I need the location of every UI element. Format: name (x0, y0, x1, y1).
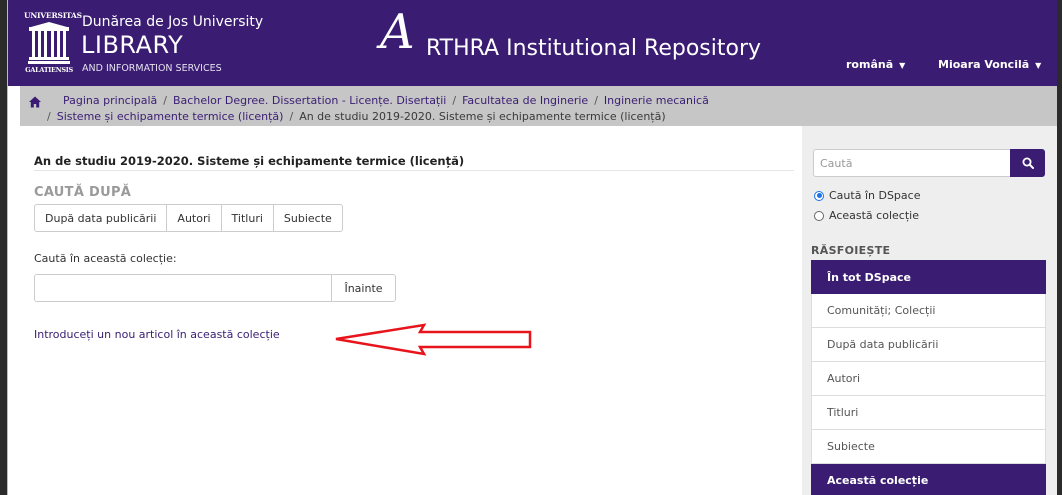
sidebar-item-authors[interactable]: Autori (811, 362, 1046, 396)
sidebar-browse-heading: RĂSFOIEȘTE (811, 244, 891, 257)
home-icon (29, 96, 41, 108)
breadcrumb-separator: / (47, 110, 51, 123)
breadcrumb-program[interactable]: Sisteme și echipamente termice (licență) (57, 110, 284, 123)
library-subtitle: AND INFORMATION SERVICES (82, 63, 222, 74)
repository-logo-letter[interactable]: A (380, 8, 415, 56)
site-header: UNIVERSITAS GALATIENSIS Dunărea de Jos U… (8, 0, 1057, 86)
sidebar-browse-list: În tot DSpace Comunități; Colecții După … (811, 260, 1046, 495)
window-frame-right (1057, 0, 1062, 495)
university-building-icon (28, 22, 70, 64)
scope-radio-label: Caută în DSpace (829, 189, 921, 202)
breadcrumb: Pagina principală / Bachelor Degree. Disse… (20, 86, 1057, 126)
page-title: An de studiu 2019-2020. Sisteme și echip… (34, 154, 465, 168)
browse-by-author-button[interactable]: Autori (167, 204, 222, 232)
breadcrumb-department[interactable]: Inginerie mecanică (604, 94, 709, 107)
submit-item-link[interactable]: Introduceți un nou articol în această co… (34, 328, 280, 341)
browse-heading: CAUTĂ DUPĂ (34, 185, 132, 200)
browse-by-subject-button[interactable]: Subiecte (273, 204, 343, 232)
sidebar-item-date[interactable]: După data publicării (811, 328, 1046, 362)
collection-search-label: Caută în această colecție: (34, 252, 177, 265)
breadcrumb-separator: / (452, 94, 457, 107)
radio-button[interactable] (814, 210, 824, 221)
chevron-down-icon: ▼ (899, 60, 906, 70)
breadcrumb-home[interactable]: Pagina principală (63, 94, 157, 107)
sidebar-section-this-collection[interactable]: Această colecție (811, 464, 1046, 495)
library-title[interactable]: LIBRARY (81, 31, 183, 59)
logo-text-bottom: GALATIENSIS (25, 66, 73, 74)
logo-text-top: UNIVERSITAS (24, 11, 82, 20)
user-name: Mioara Voncilă (938, 58, 1030, 71)
breadcrumb-current: An de studiu 2019-2020. Sisteme și echip… (299, 110, 666, 123)
browse-button-group: După data publicării Autori Titluri Subi… (34, 204, 343, 232)
collection-search-button[interactable]: Înainte (331, 274, 396, 302)
university-logo[interactable]: UNIVERSITAS GALATIENSIS (24, 11, 82, 75)
breadcrumb-bachelor[interactable]: Bachelor Degree. Dissertation - Licențe.… (173, 94, 446, 107)
divider (34, 170, 794, 171)
breadcrumb-separator: / (289, 110, 294, 123)
user-dropdown[interactable]: Mioara Voncilă ▼ (938, 58, 1041, 71)
sidebar-search-input[interactable] (813, 149, 1010, 177)
language-dropdown[interactable]: română ▼ (846, 58, 905, 71)
sidebar-item-communities[interactable]: Comunități; Colecții (811, 294, 1046, 328)
browse-by-date-button[interactable]: După data publicării (34, 204, 168, 232)
sidebar-search-button[interactable] (1010, 149, 1045, 177)
language-label: română (846, 58, 894, 71)
scope-radio-dspace[interactable]: Caută în DSpace (814, 189, 920, 202)
breadcrumb-separator: / (163, 94, 168, 107)
window-frame-left (0, 0, 7, 495)
chevron-down-icon: ▼ (1035, 60, 1042, 70)
main-content: An de studiu 2019-2020. Sisteme și echip… (20, 126, 802, 495)
breadcrumb-separator: / (594, 94, 598, 107)
university-name[interactable]: Dunărea de Jos University (82, 14, 263, 30)
breadcrumb-faculty[interactable]: Facultatea de Inginerie (462, 94, 588, 107)
scope-radio-label: Această colecție (829, 209, 919, 222)
annotation-arrow-icon (335, 323, 532, 356)
radio-button-checked[interactable] (814, 190, 824, 201)
sidebar-item-subjects[interactable]: Subiecte (811, 430, 1046, 464)
browse-by-title-button[interactable]: Titluri (221, 204, 274, 232)
scope-radio-collection[interactable]: Această colecție (814, 209, 919, 222)
sidebar-item-titles[interactable]: Titluri (811, 396, 1046, 430)
sidebar-section-all-dspace[interactable]: În tot DSpace (811, 260, 1046, 294)
collection-search-input[interactable] (34, 274, 331, 302)
search-icon (1022, 157, 1034, 169)
repository-title[interactable]: RTHRA Institutional Repository (426, 36, 761, 61)
